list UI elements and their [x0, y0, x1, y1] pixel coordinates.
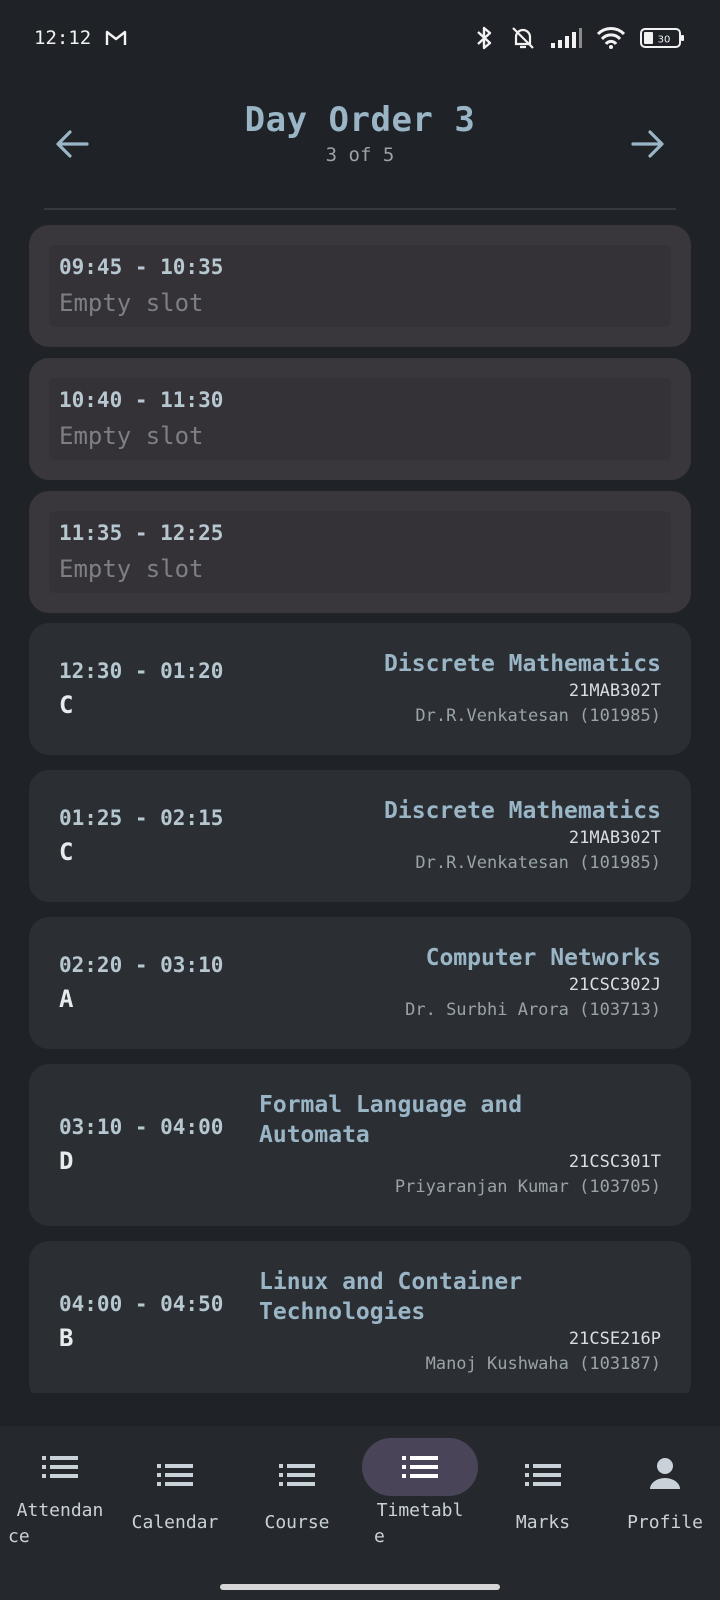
status-time: 12:12	[34, 27, 92, 49]
person-icon	[633, 1456, 697, 1490]
slot-letter: C	[59, 691, 74, 719]
timetable-class-card[interactable]: 01:25 - 02:15 C Discrete Mathematics 21M…	[29, 770, 691, 902]
header-divider	[44, 208, 676, 210]
page-subtitle: 3 of 5	[325, 144, 395, 166]
course-name-line2: Technologies	[259, 1299, 426, 1325]
nav-label-timetable-1: Timetabl	[376, 1500, 464, 1521]
arrow-right-icon	[631, 130, 664, 158]
slot-time: 11:35 - 12:25	[59, 521, 224, 545]
slot-time: 09:45 - 10:35	[59, 255, 224, 279]
battery-level: 30	[658, 35, 671, 46]
course-code: 21CSC302J	[568, 975, 661, 995]
nav-label-attendance-1: Attendan	[16, 1500, 104, 1521]
nav-label-timetable-2: e	[374, 1526, 385, 1547]
timetable-class-card[interactable]: 03:10 - 04:00 D Formal Language and Auto…	[29, 1064, 691, 1226]
next-day-button[interactable]	[620, 116, 676, 172]
slot-time: 12:30 - 01:20	[59, 659, 224, 683]
page-title: Day Order 3	[244, 100, 476, 140]
status-bar: 12:12 30	[0, 0, 720, 76]
slot-time: 01:25 - 02:15	[59, 806, 224, 830]
timetable-slot-card: 10:40 - 11:30 Empty slot	[29, 358, 691, 480]
list-icon	[265, 1458, 329, 1492]
course-code: 21MAB302T	[568, 681, 661, 701]
battery-icon: 30	[640, 27, 686, 49]
course-code: 21MAB302T	[568, 828, 661, 848]
course-name-line2: Automata	[259, 1122, 370, 1148]
empty-slot-label: Empty slot	[59, 555, 204, 583]
course-name: Computer Networks	[425, 945, 661, 971]
bell-muted-icon	[510, 25, 536, 51]
title-block: Day Order 3 3 of 5	[0, 100, 720, 166]
list-icon	[143, 1458, 207, 1492]
nav-label-course: Course	[264, 1512, 330, 1533]
timetable-slot-card: 09:45 - 10:35 Empty slot	[29, 225, 691, 347]
empty-slot-label: Empty slot	[59, 289, 204, 317]
faculty-name: Dr.R.Venkatesan (101985)	[415, 853, 661, 873]
course-name: Discrete Mathematics	[384, 798, 661, 824]
slot-letter: B	[59, 1324, 74, 1352]
bluetooth-icon	[472, 25, 496, 51]
faculty-name: Dr. Surbhi Arora (103713)	[405, 1000, 661, 1020]
course-name: Discrete Mathematics	[384, 651, 661, 677]
faculty-name: Priyaranjan Kumar (103705)	[394, 1177, 661, 1197]
day-order-header: Day Order 3 3 of 5	[0, 90, 720, 210]
nav-tab-calendar[interactable]: Calendar	[115, 1426, 235, 1556]
home-indicator[interactable]	[220, 1584, 500, 1590]
list-icon	[28, 1450, 92, 1484]
slot-time: 03:10 - 04:00	[59, 1115, 224, 1139]
slot-letter: D	[59, 1147, 74, 1175]
slot-letter: A	[59, 985, 74, 1013]
slot-letter: C	[59, 838, 74, 866]
nav-tab-timetable[interactable]: Timetabl e	[360, 1426, 480, 1556]
bottom-navigation: Attendan ce Calendar Course Timetabl e M…	[0, 1426, 720, 1600]
faculty-name: Dr.R.Venkatesan (101985)	[415, 706, 661, 726]
empty-slot-label: Empty slot	[59, 422, 204, 450]
timetable-class-card[interactable]: 12:30 - 01:20 C Discrete Mathematics 21M…	[29, 623, 691, 755]
wifi-icon	[596, 26, 626, 50]
list-icon	[362, 1438, 478, 1496]
course-code: 21CSE216P	[568, 1329, 661, 1349]
timetable-list[interactable]: 09:45 - 10:35 Empty slot 10:40 - 11:30 E…	[29, 225, 691, 1393]
course-code: 21CSC301T	[568, 1152, 661, 1172]
faculty-name: Manoj Kushwaha (103187)	[425, 1354, 661, 1374]
timetable-class-card[interactable]: 04:00 - 04:50 B Linux and Container Tech…	[29, 1241, 691, 1393]
course-name-line1: Formal Language and	[259, 1092, 523, 1118]
nav-label-profile: Profile	[627, 1512, 703, 1533]
slot-time: 10:40 - 11:30	[59, 388, 224, 412]
nav-tab-course[interactable]: Course	[237, 1426, 357, 1556]
course-name-line1: Linux and Container	[259, 1269, 523, 1295]
nav-tab-attendance[interactable]: Attendan ce	[0, 1426, 120, 1556]
signal-icon	[550, 27, 582, 49]
gmail-icon	[105, 29, 127, 47]
nav-label-attendance-2: ce	[8, 1526, 30, 1547]
timetable-slot-card: 11:35 - 12:25 Empty slot	[29, 491, 691, 613]
slot-time: 04:00 - 04:50	[59, 1292, 224, 1316]
list-icon	[511, 1458, 575, 1492]
nav-label-marks: Marks	[515, 1512, 571, 1533]
timetable-class-card[interactable]: 02:20 - 03:10 A Computer Networks 21CSC3…	[29, 917, 691, 1049]
slot-time: 02:20 - 03:10	[59, 953, 224, 977]
nav-tab-profile[interactable]: Profile	[605, 1426, 720, 1556]
nav-tab-marks[interactable]: Marks	[483, 1426, 603, 1556]
nav-label-calendar: Calendar	[131, 1512, 219, 1533]
